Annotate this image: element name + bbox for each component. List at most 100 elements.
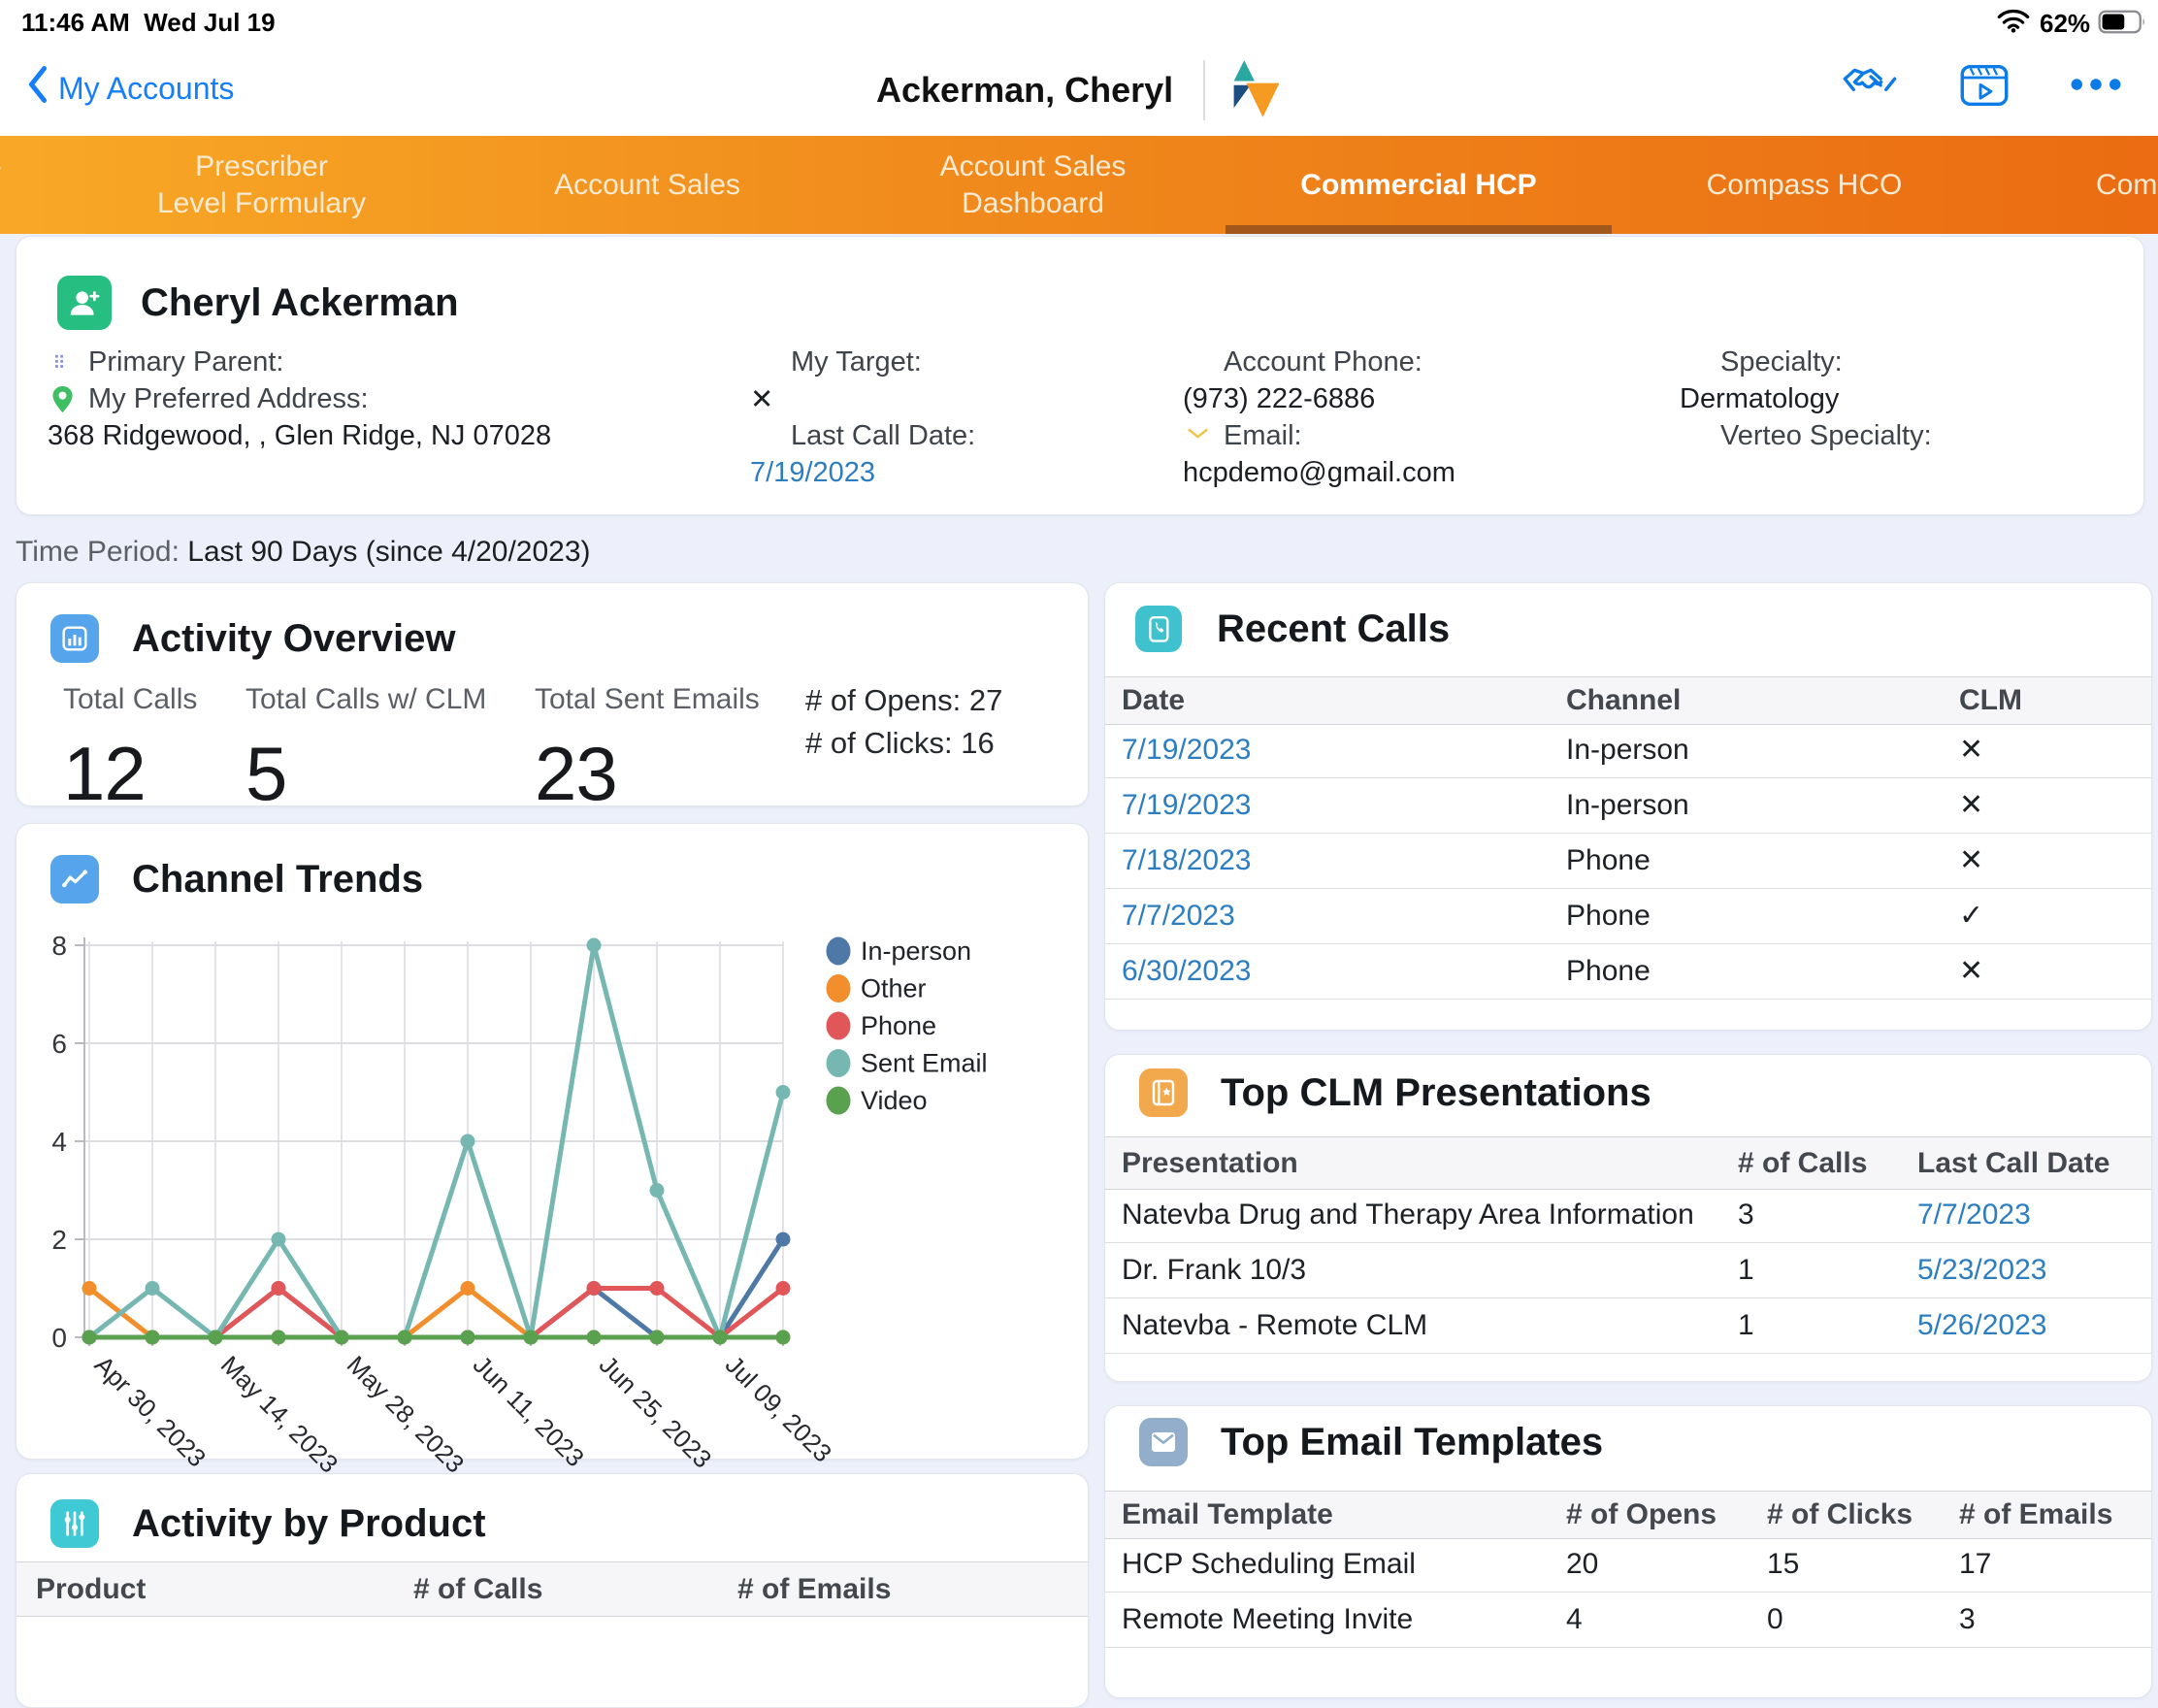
contact-column: My Target:✕Last Call Date:7/19/2023: [750, 344, 1158, 491]
top-email-card: Top Email Templates Email Template # of …: [1104, 1405, 2152, 1698]
svg-text:May 14, 2023: May 14, 2023: [215, 1350, 344, 1479]
stat-opens-clicks: # of Opens: 27 # of Clicks: 16: [805, 683, 1002, 761]
svg-text:8: 8: [51, 931, 67, 961]
field-label: My Target:: [791, 346, 922, 378]
column-header: Channel: [1566, 677, 1681, 724]
table-header: Date Channel CLM: [1105, 676, 2151, 725]
tab-y[interactable]: y: [0, 136, 45, 234]
field-label: Email:: [1224, 420, 1302, 452]
presentation-calls: 3: [1738, 1188, 1754, 1242]
call-date-link[interactable]: 7/19/2023: [1122, 723, 1251, 777]
table-header: Presentation # of Calls Last Call Date: [1105, 1136, 2151, 1190]
column-header: # of Emails: [737, 1562, 891, 1616]
video-icon[interactable]: [1960, 64, 2009, 112]
tab-comp[interactable]: Comp: [1997, 136, 2158, 234]
presentation-last-call-link[interactable]: 7/7/2023: [1917, 1188, 2031, 1242]
top-clm-title: Top CLM Presentations: [1221, 1068, 1651, 1117]
handshake-icon[interactable]: [1842, 64, 1898, 114]
svg-text:Jun 11, 2023: Jun 11, 2023: [468, 1350, 590, 1472]
svg-text:May 28, 2023: May 28, 2023: [342, 1350, 471, 1479]
call-clm-flag: ✕: [1959, 778, 1983, 833]
field-label: Last Call Date:: [791, 420, 975, 452]
channel-trends-chart: 02468Apr 30, 2023May 14, 2023May 28, 202…: [16, 824, 1088, 1459]
stat-total-sent-emails: Total Sent Emails 23: [535, 683, 760, 818]
recent-call-row: 7/19/2023 In-person ✕: [1105, 723, 2151, 778]
table-header: Email Template # of Opens # of Clicks # …: [1105, 1491, 2151, 1539]
more-icon[interactable]: [2070, 78, 2122, 96]
table-header: Product # of Calls # of Emails: [16, 1561, 1088, 1617]
column-header: CLM: [1959, 677, 2022, 724]
clm-presentation-row: Dr. Frank 10/3 1 5/23/2023: [1105, 1243, 2151, 1298]
back-button[interactable]: My Accounts: [27, 66, 234, 111]
nav-bar: My Accounts Ackerman, Cheryl: [0, 43, 2158, 136]
call-clm-flag: ✓: [1959, 889, 1983, 943]
battery-percent: 62%: [2040, 9, 2090, 39]
tab-prescriber-level-formulary[interactable]: PrescriberLevel Formulary: [69, 136, 454, 234]
tab-account-sales-dashboard[interactable]: Account SalesDashboard: [840, 136, 1226, 234]
presentation-icon: [1139, 1068, 1188, 1117]
recent-call-row: 6/30/2023 Phone ✕: [1105, 944, 2151, 1000]
call-date-link[interactable]: 7/18/2023: [1122, 834, 1251, 888]
status-time-date: 11:46 AM Wed Jul 19: [21, 8, 276, 38]
field-value: hcpdemo@gmail.com: [1183, 457, 1455, 489]
presentation-last-call-link[interactable]: 5/26/2023: [1917, 1298, 2046, 1353]
field-label: Verteo Specialty:: [1720, 420, 1932, 452]
tab-bar: yPrescriberLevel FormularyAccount SalesA…: [0, 136, 2158, 234]
recent-call-row: 7/19/2023 In-person ✕: [1105, 778, 2151, 834]
call-date-link[interactable]: 6/30/2023: [1122, 944, 1251, 999]
presentation-name: Natevba - Remote CLM: [1122, 1298, 1427, 1353]
channel-trends-card: Channel Trends 02468Apr 30, 2023May 14, …: [16, 823, 1089, 1460]
call-clm-flag: ✕: [1959, 834, 1983, 888]
svg-text:Jun 25, 2023: Jun 25, 2023: [594, 1350, 718, 1474]
call-date-link[interactable]: 7/19/2023: [1122, 778, 1251, 833]
time-period: Time Period: Last 90 Days (since 4/20/20…: [16, 536, 591, 569]
recent-call-row: 7/18/2023 Phone ✕: [1105, 834, 2151, 889]
field-label: My Preferred Address:: [88, 383, 369, 415]
svg-text:Jul 09, 2023: Jul 09, 2023: [720, 1350, 837, 1467]
tab-compass-hco[interactable]: Compass HCO: [1612, 136, 1997, 234]
email-count: 3: [1959, 1593, 1976, 1647]
presentation-name: Dr. Frank 10/3: [1122, 1243, 1306, 1297]
time-period-label: Time Period:: [16, 536, 180, 568]
top-email-title: Top Email Templates: [1221, 1418, 1603, 1466]
presentation-last-call-link[interactable]: 5/23/2023: [1917, 1243, 2046, 1297]
call-channel: Phone: [1566, 944, 1651, 999]
field-value: Dermatology: [1680, 383, 1839, 415]
email-opens: 4: [1566, 1593, 1583, 1647]
svg-text:Sent Email: Sent Email: [861, 1049, 988, 1078]
svg-text:Apr 30, 2023: Apr 30, 2023: [89, 1350, 212, 1472]
activity-by-product-title: Activity by Product: [132, 1499, 486, 1548]
clm-presentation-row: Natevba Drug and Therapy Area Informatio…: [1105, 1188, 2151, 1243]
stat-total-calls: Total Calls 12: [63, 683, 197, 818]
email-count: 17: [1959, 1537, 1991, 1592]
opens-counter: # of Opens: 27: [805, 683, 1002, 718]
column-header: Last Call Date: [1917, 1137, 2109, 1189]
call-channel: Phone: [1566, 834, 1651, 888]
call-date-link[interactable]: 7/7/2023: [1122, 889, 1235, 943]
svg-text:4: 4: [51, 1127, 67, 1157]
email-template-name: HCP Scheduling Email: [1122, 1537, 1416, 1592]
app-logo-icon: [1228, 58, 1283, 125]
pin-icon: [48, 384, 78, 414]
presentation-calls: 1: [1738, 1298, 1754, 1353]
stat-total-calls-clm: Total Calls w/ CLM 5: [245, 683, 486, 818]
tab-account-sales[interactable]: Account Sales: [454, 136, 840, 234]
svg-text:Phone: Phone: [861, 1011, 936, 1040]
field-value-link[interactable]: 7/19/2023: [750, 457, 875, 489]
svg-text:0: 0: [51, 1323, 67, 1353]
battery-icon: [2098, 10, 2146, 39]
sliders-icon: [50, 1499, 99, 1548]
tab-commercial-hcp[interactable]: Commercial HCP: [1226, 136, 1612, 234]
page-title: Ackerman, Cheryl: [876, 70, 1173, 111]
column-header: # of Opens: [1566, 1492, 1717, 1538]
contact-card: Cheryl Ackerman Primary Parent:My Prefer…: [16, 236, 2144, 515]
clicks-counter: # of Clicks: 16: [805, 726, 1002, 761]
call-clm-flag: ✕: [1959, 723, 1983, 777]
back-label: My Accounts: [58, 71, 234, 107]
email-clicks: 15: [1767, 1537, 1799, 1592]
recent-calls-title: Recent Calls: [1217, 606, 1450, 652]
field-value: (973) 222-6886: [1183, 383, 1375, 415]
svg-text:Other: Other: [861, 974, 927, 1003]
recent-calls-card: Recent Calls Date Channel CLM 7/19/2023 …: [1104, 582, 2152, 1031]
activity-overview-card: Activity Overview Total Calls 12 Total C…: [16, 582, 1089, 806]
